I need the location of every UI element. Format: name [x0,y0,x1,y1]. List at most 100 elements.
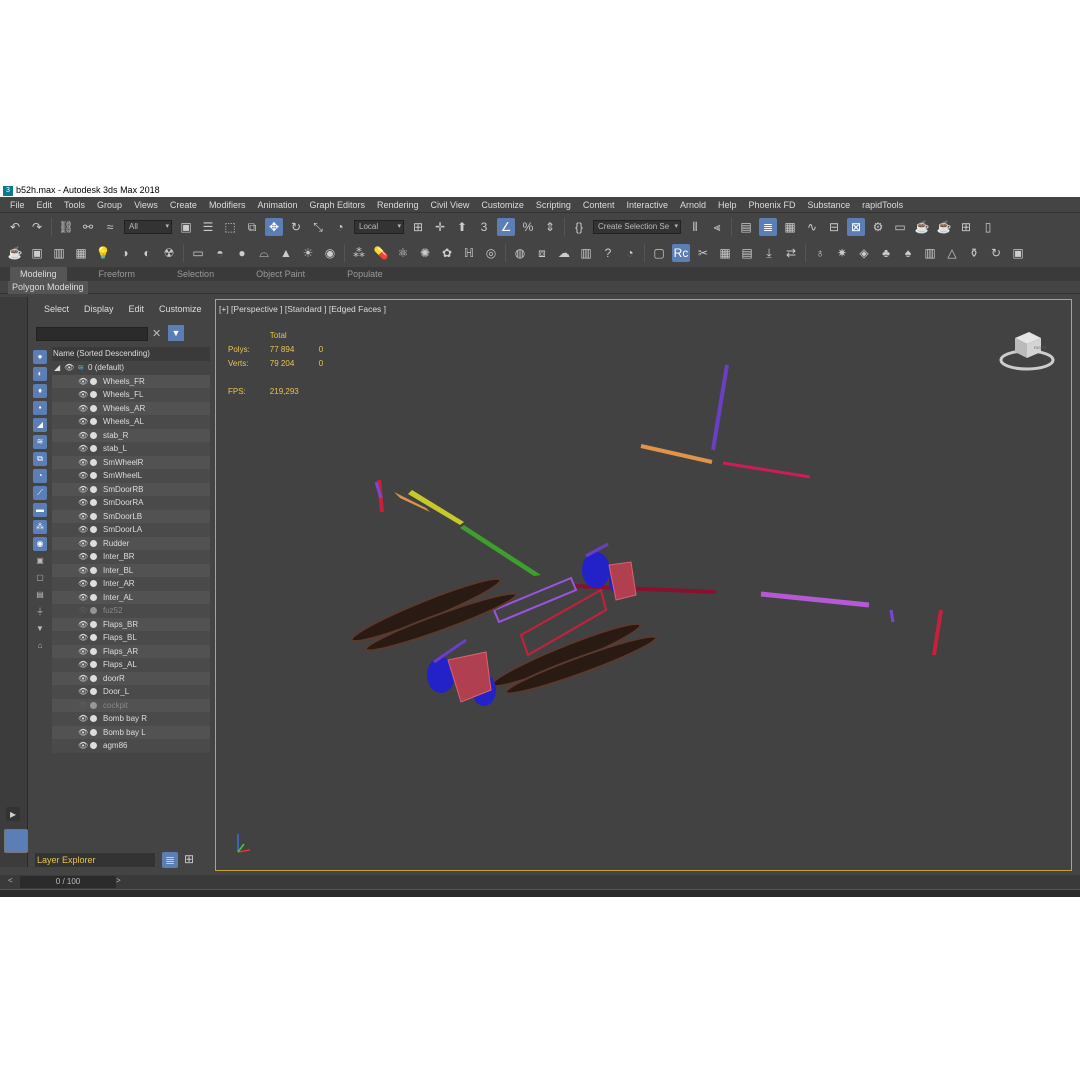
eye-icon[interactable]: 👁 [78,390,88,399]
freeze-dot-icon[interactable] [90,472,97,480]
viewcube[interactable]: RIGHT [997,324,1057,374]
place-icon[interactable]: ◔ [331,218,349,236]
list-item[interactable]: 👁 Inter_BL [52,563,210,577]
list-item[interactable]: 👁 agm86 [52,739,210,753]
explorer-menu-customize[interactable]: Customize [159,304,202,314]
list-item[interactable]: 👁 Wheels_AL [52,415,210,429]
ribbon-tab-selection[interactable]: Selection [167,267,224,281]
list-item[interactable]: 👁 Bomb bay L [52,725,210,739]
play-icon[interactable]: ▸ [6,807,20,821]
eye-icon[interactable]: 👁 [78,714,88,723]
render-production-icon[interactable]: ☕ [913,218,931,236]
schematic-view-icon[interactable]: ⊟ [825,218,843,236]
list-item[interactable]: 👁 doorR [52,671,210,685]
display-all-icon[interactable]: ◉ [33,537,47,551]
angle-snap-icon[interactable]: ∠ [497,218,515,236]
layer-settings-icon[interactable]: ⊞ [182,852,196,866]
freeze-dot-icon[interactable] [90,485,97,493]
bottle-icon[interactable]: ⚱ [965,244,983,262]
selection-filter-dropdown[interactable]: All [124,220,172,234]
plant-icon[interactable]: ✿ [438,244,456,262]
refresh-icon[interactable]: ↻ [987,244,1005,262]
list-item[interactable]: 👁 Rudder [52,536,210,550]
eye-icon[interactable]: 👁 [78,498,88,507]
percent-snap-icon[interactable]: % [519,218,537,236]
help-icon[interactable]: ? [599,244,617,262]
exchange-icon[interactable]: ⇄ [782,244,800,262]
explorer-menu-edit[interactable]: Edit [129,304,145,314]
viewport-layout-icon[interactable] [4,829,28,853]
list-item[interactable]: 👁 SmDoorRB [52,482,210,496]
time-next-button[interactable]: > [116,876,121,885]
display-helpers-icon[interactable]: ◢ [33,418,47,432]
menu-arnold[interactable]: Arnold [674,200,712,210]
freeze-dot-icon[interactable] [90,553,97,561]
funnel-icon[interactable]: ⏚ [33,605,47,619]
rendered-frame-icon[interactable]: ▭ [891,218,909,236]
eye-icon[interactable]: 👁 [78,606,88,615]
menu-phoenix-fd[interactable]: Phoenix FD [743,200,802,210]
eye-icon[interactable]: 👁 [78,728,88,737]
menu-help[interactable]: Help [712,200,743,210]
track-bar[interactable] [0,889,1080,897]
eye-icon[interactable]: 👁 [78,471,88,480]
unlink-icon[interactable]: ⚯ [79,218,97,236]
layer-explorer-icon[interactable]: ≣ [759,218,777,236]
display-groups-icon[interactable]: ⧉ [33,452,47,466]
perspective-viewport[interactable]: [+] [Perspective ] [Standard ] [Edged Fa… [215,299,1072,871]
window-crossing-icon[interactable]: ⧉ [243,218,261,236]
list-item[interactable]: 👁 Flaps_AL [52,658,210,672]
menu-animation[interactable]: Animation [251,200,303,210]
rect-selection-icon[interactable]: ⬚ [221,218,239,236]
reference-coord-dropdown[interactable]: Local [354,220,404,234]
list-item[interactable]: 👁 SmDoorLB [52,509,210,523]
freeze-dot-icon[interactable] [90,566,97,574]
globe-icon[interactable]: ◍ [511,244,529,262]
eye-icon[interactable]: 👁 [78,701,88,710]
ribbon-tab-populate[interactable]: Populate [337,267,393,281]
bind-space-warp-icon[interactable]: ≈ [101,218,119,236]
default-layer-row[interactable]: ◢ 👁 ≋ 0 (default) [52,361,210,375]
freeze-dot-icon[interactable] [90,445,97,453]
eye-icon[interactable]: 👁 [78,444,88,453]
display-particles-icon[interactable]: ⁂ [33,520,47,534]
menu-views[interactable]: Views [128,200,164,210]
eye-icon[interactable]: 👁 [78,633,88,642]
pyramid-icon[interactable]: △ [943,244,961,262]
display-shapes-icon[interactable]: ◐ [33,367,47,381]
ribbon-tab-modeling[interactable]: Modeling [10,267,67,281]
ball-icon[interactable]: ◉ [321,244,339,262]
select-object-icon[interactable]: ▣ [177,218,195,236]
window-icon[interactable]: ▣ [1009,244,1027,262]
clear-search-icon[interactable]: ✕ [152,327,161,340]
spinner-snap-icon[interactable]: ⇕ [541,218,559,236]
cloud-icon[interactable]: ☁ [555,244,573,262]
list-item[interactable]: 👁 cockpit [52,698,210,712]
layer-explorer-dropdown[interactable]: Layer Explorer [35,853,155,867]
rotate-icon[interactable]: ↻ [287,218,305,236]
list-item[interactable]: 👁 SmDoorLA [52,523,210,537]
sparkle-icon[interactable]: ✷ [833,244,851,262]
rc-icon[interactable]: Rc [672,244,690,262]
explorer-menu-display[interactable]: Display [84,304,114,314]
list-item[interactable]: 👁 stab_R [52,428,210,442]
move-icon[interactable]: ✥ [265,218,283,236]
sun-light-icon[interactable]: ☀ [299,244,317,262]
display-frozen-icon[interactable]: ▤ [33,588,47,602]
freeze-dot-icon[interactable] [90,431,97,439]
freeze-dot-icon[interactable] [90,647,97,655]
forest-icon[interactable]: ♣ [877,244,895,262]
freeze-dot-icon[interactable] [90,512,97,520]
display-spacewarps-icon[interactable]: ≋ [33,435,47,449]
eye-icon[interactable]: 👁 [64,363,74,372]
layers-toggle-icon[interactable]: ≣ [162,852,178,868]
name-column-header[interactable]: Name (Sorted Descending) [52,347,210,361]
book-icon[interactable]: ▥ [921,244,939,262]
save-icon[interactable]: ▥ [577,244,595,262]
menu-scripting[interactable]: Scripting [530,200,577,210]
cone-primitive-icon[interactable]: ▲ [277,244,295,262]
box-primitive-icon[interactable]: ▭ [189,244,207,262]
render-frame-window-icon[interactable]: ▣ [28,244,46,262]
list-item[interactable]: 👁 Wheels_FR [52,374,210,388]
freeze-dot-icon[interactable] [90,526,97,534]
